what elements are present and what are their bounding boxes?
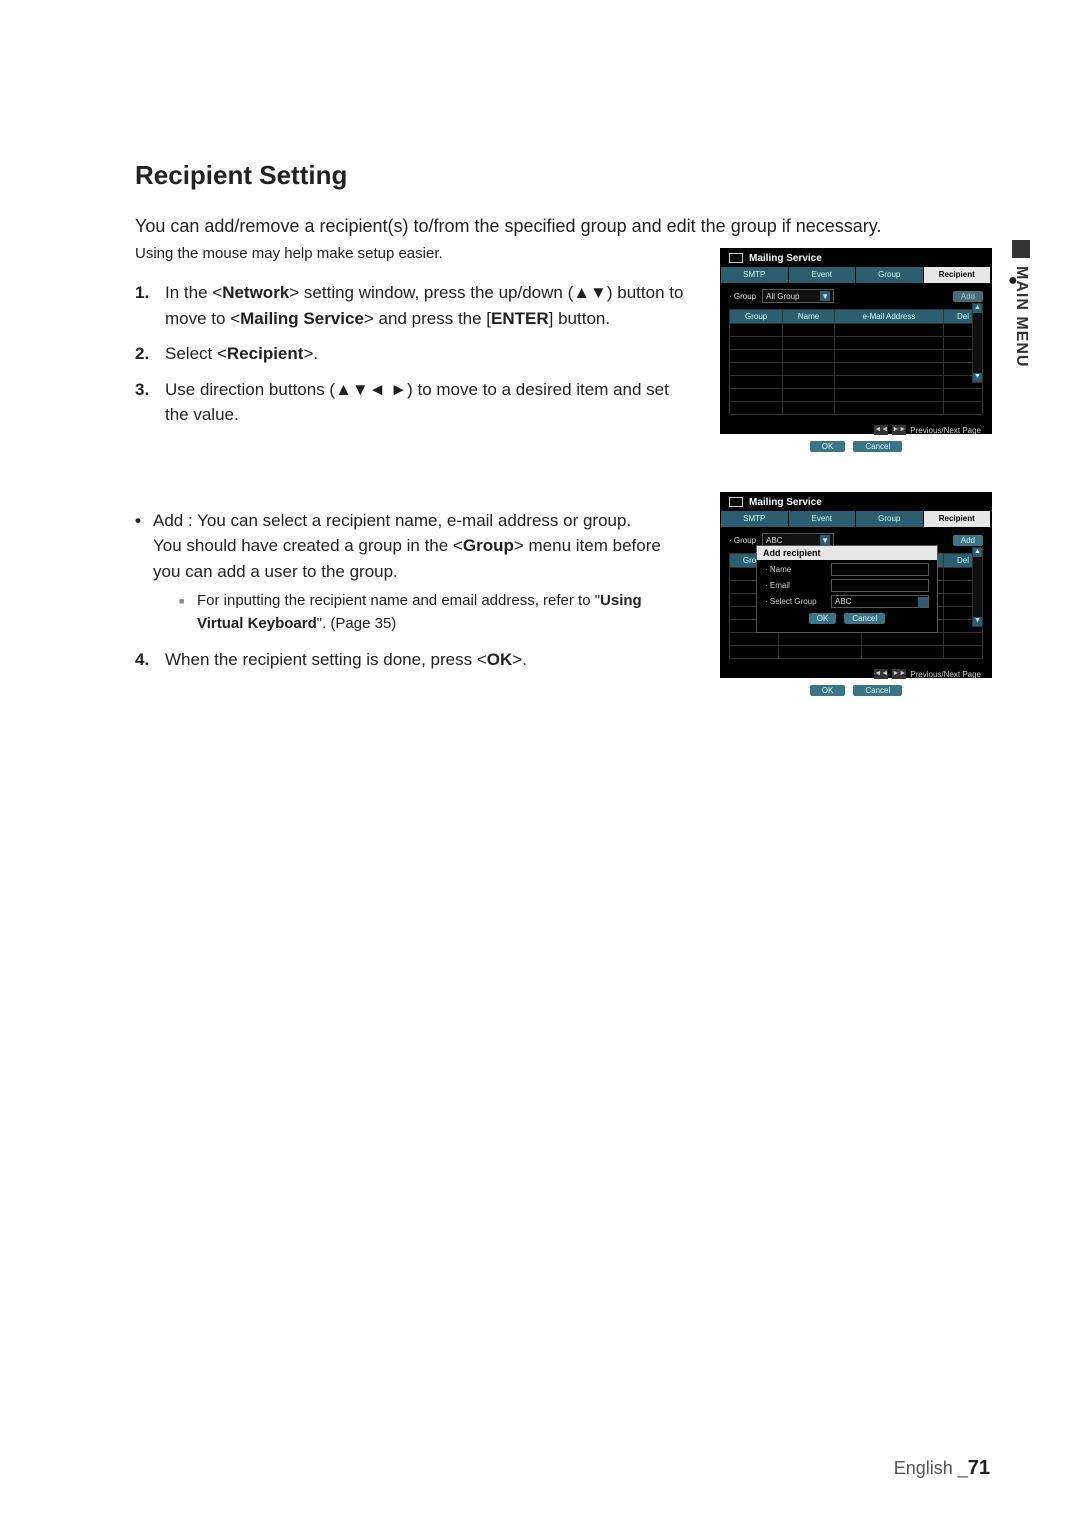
page-prev-button[interactable]: ◄◄ — [874, 669, 888, 679]
dropdown-arrow-icon: ▼ — [820, 291, 830, 301]
screenshot-add-recipient-popup: Mailing Service SMTP Event Group Recipie… — [720, 492, 992, 678]
side-tab: ● MAIN MENU — [1012, 240, 1040, 540]
th-email: e-Mail Address — [834, 310, 943, 324]
popup-group-select[interactable]: ABC — [831, 595, 929, 608]
screenshot-recipient-list: Mailing Service SMTP Event Group Recipie… — [720, 248, 992, 434]
pager-label: Previous/Next Page — [910, 670, 981, 679]
popup-name-input[interactable] — [831, 563, 929, 576]
intro-text: You can add/remove a recipient(s) to/fro… — [135, 213, 990, 239]
scrollbar[interactable]: ▲ ▼ — [972, 547, 983, 627]
tab-smtp[interactable]: SMTP — [721, 511, 789, 527]
ok-button[interactable]: OK — [810, 441, 846, 452]
popup-selectgroup-label: · Select Group — [765, 597, 825, 606]
cancel-button[interactable]: Cancel — [853, 685, 902, 696]
table-row[interactable] — [730, 363, 983, 376]
section-title: Recipient Setting — [135, 160, 990, 191]
scroll-down-icon[interactable]: ▼ — [973, 373, 982, 382]
table-row[interactable] — [730, 389, 983, 402]
add-recipient-popup: Add recipient · Name · Email · Select Gr… — [756, 545, 938, 633]
page-prev-button[interactable]: ◄◄ — [874, 425, 888, 435]
table-row[interactable] — [730, 633, 983, 646]
side-tab-bullet-icon: ● — [1008, 272, 1018, 290]
add-button[interactable]: Add — [953, 291, 983, 302]
pager-label: Previous/Next Page — [910, 426, 981, 435]
side-tab-marker — [1012, 240, 1030, 258]
scroll-down-icon[interactable]: ▼ — [973, 617, 982, 626]
table-row[interactable] — [730, 337, 983, 350]
dropdown-arrow-icon — [918, 597, 928, 607]
table-row[interactable] — [730, 324, 983, 337]
mail-icon — [729, 497, 743, 507]
popup-cancel-button[interactable]: Cancel — [844, 613, 885, 624]
sub-bullet: For inputting the recipient name and ema… — [179, 590, 690, 635]
scroll-up-icon[interactable]: ▲ — [973, 304, 982, 313]
group-label: · Group — [729, 536, 756, 545]
table-row[interactable] — [730, 402, 983, 415]
add-button[interactable]: Add — [953, 535, 983, 546]
page-next-button[interactable]: ►► — [892, 425, 906, 435]
table-row[interactable] — [730, 646, 983, 659]
scroll-up-icon[interactable]: ▲ — [973, 548, 982, 557]
tab-recipient[interactable]: Recipient — [924, 511, 992, 527]
tab-event[interactable]: Event — [789, 511, 857, 527]
page-footer: English _71 — [894, 1457, 990, 1480]
recipients-table: Group Name e-Mail Address Del — [729, 309, 983, 415]
tab-group[interactable]: Group — [856, 267, 924, 283]
group-select[interactable]: All Group ▼ — [762, 289, 834, 303]
mail-icon — [729, 253, 743, 263]
window-title: Mailing Service — [749, 253, 822, 264]
footer-page-number: 71 — [968, 1457, 990, 1479]
ok-button[interactable]: OK — [810, 685, 846, 696]
popup-name-label: · Name — [765, 565, 825, 574]
page-next-button[interactable]: ►► — [892, 669, 906, 679]
popup-ok-button[interactable]: OK — [809, 613, 837, 624]
popup-title: Add recipient — [757, 546, 937, 560]
tab-event[interactable]: Event — [789, 267, 857, 283]
popup-email-label: · Email — [765, 581, 825, 590]
th-name: Name — [783, 310, 835, 324]
window-title: Mailing Service — [749, 497, 822, 508]
footer-language: English _ — [894, 1458, 968, 1478]
popup-email-input[interactable] — [831, 579, 929, 592]
th-group: Group — [730, 310, 783, 324]
tab-group[interactable]: Group — [856, 511, 924, 527]
group-label: · Group — [729, 292, 756, 301]
scrollbar[interactable]: ▲ ▼ — [972, 303, 983, 383]
dropdown-arrow-icon: ▼ — [820, 535, 830, 545]
cancel-button[interactable]: Cancel — [853, 441, 902, 452]
tab-smtp[interactable]: SMTP — [721, 267, 789, 283]
tab-recipient[interactable]: Recipient — [924, 267, 992, 283]
table-row[interactable] — [730, 350, 983, 363]
table-row[interactable] — [730, 376, 983, 389]
